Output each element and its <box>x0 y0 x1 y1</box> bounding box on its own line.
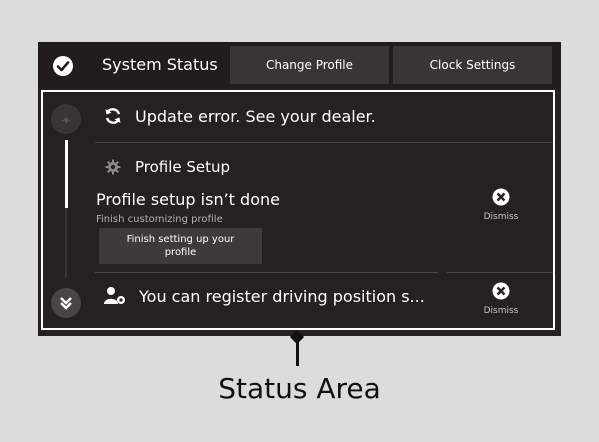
page-title: System Status <box>102 55 218 74</box>
dismiss-profile-button[interactable]: Dismiss <box>471 188 531 222</box>
chevron-up-icon <box>62 117 70 123</box>
row-divider <box>447 272 553 273</box>
profile-setup-heading: Profile Setup <box>105 158 230 176</box>
clock-settings-button[interactable]: Clock Settings <box>393 46 552 84</box>
register-position-text: You can register driving position s... <box>139 286 425 306</box>
person-gear-icon <box>104 287 125 304</box>
change-profile-button[interactable]: Change Profile <box>230 46 389 84</box>
finish-profile-button-line1: Finish setting up your <box>126 234 235 245</box>
check-circle-icon[interactable] <box>52 55 74 77</box>
dismiss-label: Dismiss <box>483 212 519 222</box>
dismiss-label: Dismiss <box>483 306 519 316</box>
scroll-thumb[interactable] <box>65 140 68 208</box>
status-area-caption: Status Area <box>218 372 381 405</box>
row-divider <box>95 272 438 273</box>
update-error-notification[interactable]: Update error. See your dealer. <box>103 102 376 130</box>
update-error-text: Update error. See your dealer. <box>135 106 376 126</box>
status-area: Update error. See your dealer. Profile S… <box>41 90 555 330</box>
profile-setup-label: Profile Setup <box>135 158 231 176</box>
close-circle-icon <box>492 282 510 300</box>
scroll-down-button[interactable] <box>51 288 81 318</box>
finish-profile-button[interactable]: Finish setting up your profile <box>99 228 262 264</box>
dismiss-register-button[interactable]: Dismiss <box>471 282 531 316</box>
finish-profile-button-line2: profile <box>164 247 197 258</box>
scroll-rail <box>43 92 93 328</box>
gear-icon <box>105 159 121 175</box>
row-divider <box>95 142 553 143</box>
system-status-screen: System Status Change Profile Clock Setti… <box>38 42 561 336</box>
register-position-notification[interactable]: You can register driving position s... <box>103 286 425 306</box>
double-chevron-down-icon <box>60 297 72 310</box>
profile-setup-title: Profile setup isn’t done <box>96 190 280 209</box>
close-circle-icon <box>492 188 510 206</box>
header-bar: System Status Change Profile Clock Setti… <box>38 42 561 89</box>
profile-setup-subtitle: Finish customizing profile <box>96 214 223 225</box>
callout-pointer-line <box>296 340 299 366</box>
refresh-icon <box>105 108 121 124</box>
scroll-up-button[interactable] <box>51 104 81 134</box>
